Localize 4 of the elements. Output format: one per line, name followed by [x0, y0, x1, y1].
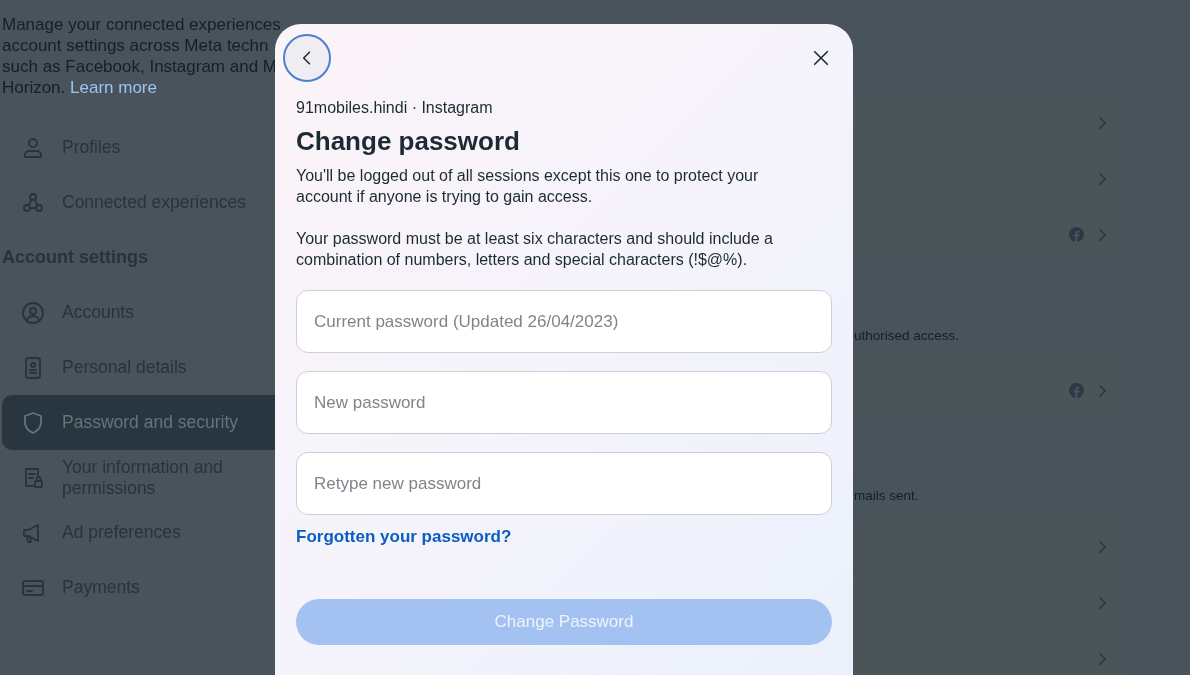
description-text: You'll be logged out of all sessions except this one to protect your account if anyone is trying to gain access.: [296, 166, 760, 207]
description-text: Your password must be at least six characters and should include a combination of numbers, letters and special characters (!$@%).: [296, 229, 774, 270]
account-label: 91mobiles.hindi · Instagram: [296, 98, 494, 118]
dialog-title: Change password: [296, 125, 521, 157]
